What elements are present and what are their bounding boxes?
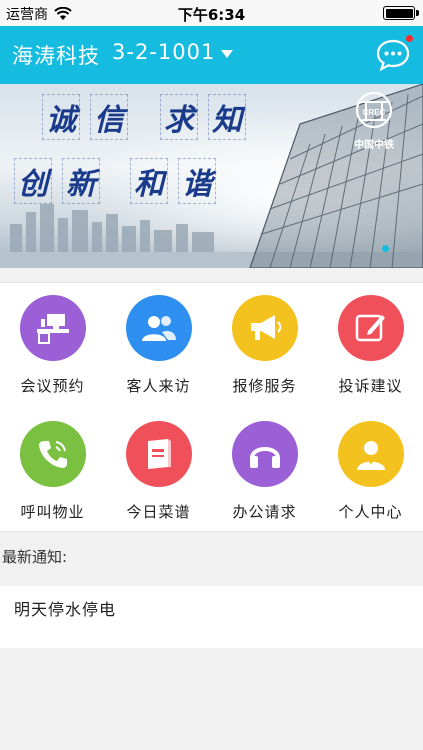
status-time: 下午6:34	[177, 6, 246, 24]
menu-label: 办公请求	[232, 503, 297, 521]
caret-down-icon	[221, 50, 234, 58]
person-icon	[337, 421, 404, 487]
meeting-desk-icon	[19, 295, 86, 361]
menu-guest-visit[interactable]: 客人来访	[106, 283, 211, 408]
logo-caption: 中国中铁	[354, 140, 394, 151]
slogan-row-2: 创新和谐	[14, 158, 226, 204]
chat-bubble-icon	[376, 39, 410, 72]
notice-item[interactable]: 明天停水停电	[0, 586, 423, 648]
battery-icon	[383, 6, 419, 20]
menu-label: 投诉建议	[338, 377, 403, 395]
crec-logo-icon: CREC	[355, 91, 393, 129]
company-title: 海涛科技	[12, 44, 100, 68]
menu-label: 会议预约	[20, 377, 85, 395]
menu-meeting-booking[interactable]: 会议预约	[0, 283, 105, 408]
company-logo: CREC 中国中铁	[339, 90, 409, 151]
unit-label: 3-2-1001	[112, 40, 216, 64]
menu-label: 客人来访	[126, 377, 191, 395]
svg-text:CREC: CREC	[363, 108, 386, 117]
megaphone-icon	[231, 295, 298, 361]
menu-label: 报修服务	[232, 377, 297, 395]
menu-label: 呼叫物业	[20, 503, 85, 521]
menu-today-recipe[interactable]: 今日菜谱	[106, 409, 211, 534]
menu-label: 今日菜谱	[126, 503, 191, 521]
menu-book-icon	[125, 421, 192, 487]
menu-office-request[interactable]: 办公请求	[212, 409, 317, 534]
menu-repair-service[interactable]: 报修服务	[212, 283, 317, 408]
slogan-row-1: 诚信求知	[42, 94, 256, 140]
banner-carousel[interactable]: 诚信求知 创新和谐 CREC 中国中铁	[0, 84, 423, 268]
app-header: 海涛科技 3-2-1001	[0, 26, 423, 84]
carousel-indicator[interactable]	[382, 245, 389, 252]
menu-label: 个人中心	[338, 503, 403, 521]
edit-note-icon	[337, 295, 404, 361]
status-bar: 运营商 下午6:34	[0, 0, 423, 26]
menu-complaint-suggestion[interactable]: 投诉建议	[318, 283, 423, 408]
menu-call-property[interactable]: 呼叫物业	[0, 409, 105, 534]
visitors-icon	[125, 295, 192, 361]
headphones-icon	[231, 421, 298, 487]
phone-call-icon	[19, 421, 86, 487]
messages-button[interactable]	[375, 35, 413, 73]
unread-badge	[406, 35, 413, 42]
unit-selector[interactable]: 3-2-1001	[112, 40, 234, 64]
notice-heading: 最新通知:	[2, 548, 68, 566]
function-grid: 会议预约 客人来访 报修服务 投诉建议 呼叫物业 今日菜谱 办公请求 个人中心	[0, 282, 423, 532]
menu-personal-center[interactable]: 个人中心	[318, 409, 423, 534]
